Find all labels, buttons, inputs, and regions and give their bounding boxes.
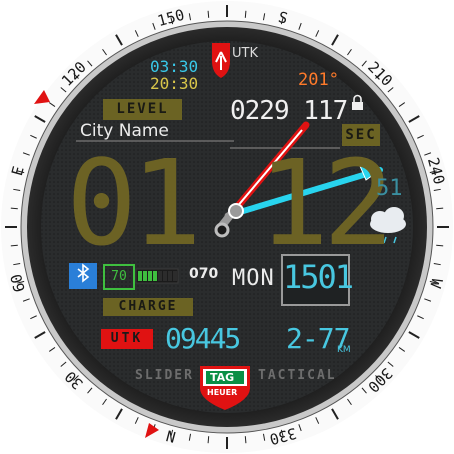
- distance-unit: KM: [337, 345, 351, 355]
- temperature: 201°: [298, 70, 339, 90]
- bezel-tick: [10, 244, 18, 247]
- bezel-tick: [207, 10, 210, 18]
- hand-pivot: [228, 203, 244, 219]
- tactical-label: TACTICAL: [258, 368, 337, 383]
- battery-segment: [138, 271, 142, 281]
- battery-segment: [148, 271, 152, 281]
- battery-segment: [173, 271, 177, 281]
- date-digits: 1501: [283, 258, 354, 296]
- bezel-tick: [436, 207, 444, 210]
- minute-digits: 12: [258, 134, 394, 272]
- bezel-tick: [244, 10, 247, 18]
- slider-label: SLIDER: [135, 368, 194, 383]
- battery-segment: [158, 271, 162, 281]
- battery-segment: [168, 271, 172, 281]
- brand-tag: TAG: [210, 371, 235, 384]
- heart-rate: 070: [189, 266, 219, 282]
- bezel-tick: [436, 244, 444, 247]
- watch-face: 150 S 210 240 W 300 330 N 30 60 E 120 03…: [0, 0, 454, 454]
- day-of-week: MON: [232, 266, 275, 291]
- battery-segment: [153, 271, 157, 281]
- level-badge: LEVEL: [103, 99, 182, 120]
- logo-text: UTK: [232, 46, 258, 61]
- bezel-tick: [207, 436, 210, 444]
- calories: 09445: [165, 322, 241, 355]
- charge-badge: CHARGE: [103, 298, 193, 316]
- step-count: 0229 117: [230, 96, 348, 126]
- hour-digits: 01: [66, 134, 202, 272]
- brand-heuer: HEUER: [207, 388, 238, 397]
- seconds-digits: 51: [376, 176, 403, 201]
- battery-segment: [163, 271, 167, 281]
- battery-value: 70: [103, 264, 135, 290]
- bezel-tick: [244, 436, 247, 444]
- battery-segment: [143, 271, 147, 281]
- hand-counterweight: [214, 222, 230, 238]
- bezel-tick: [10, 207, 18, 210]
- time-24h: 20:30: [150, 74, 199, 93]
- utk-badge: UTK: [101, 329, 153, 349]
